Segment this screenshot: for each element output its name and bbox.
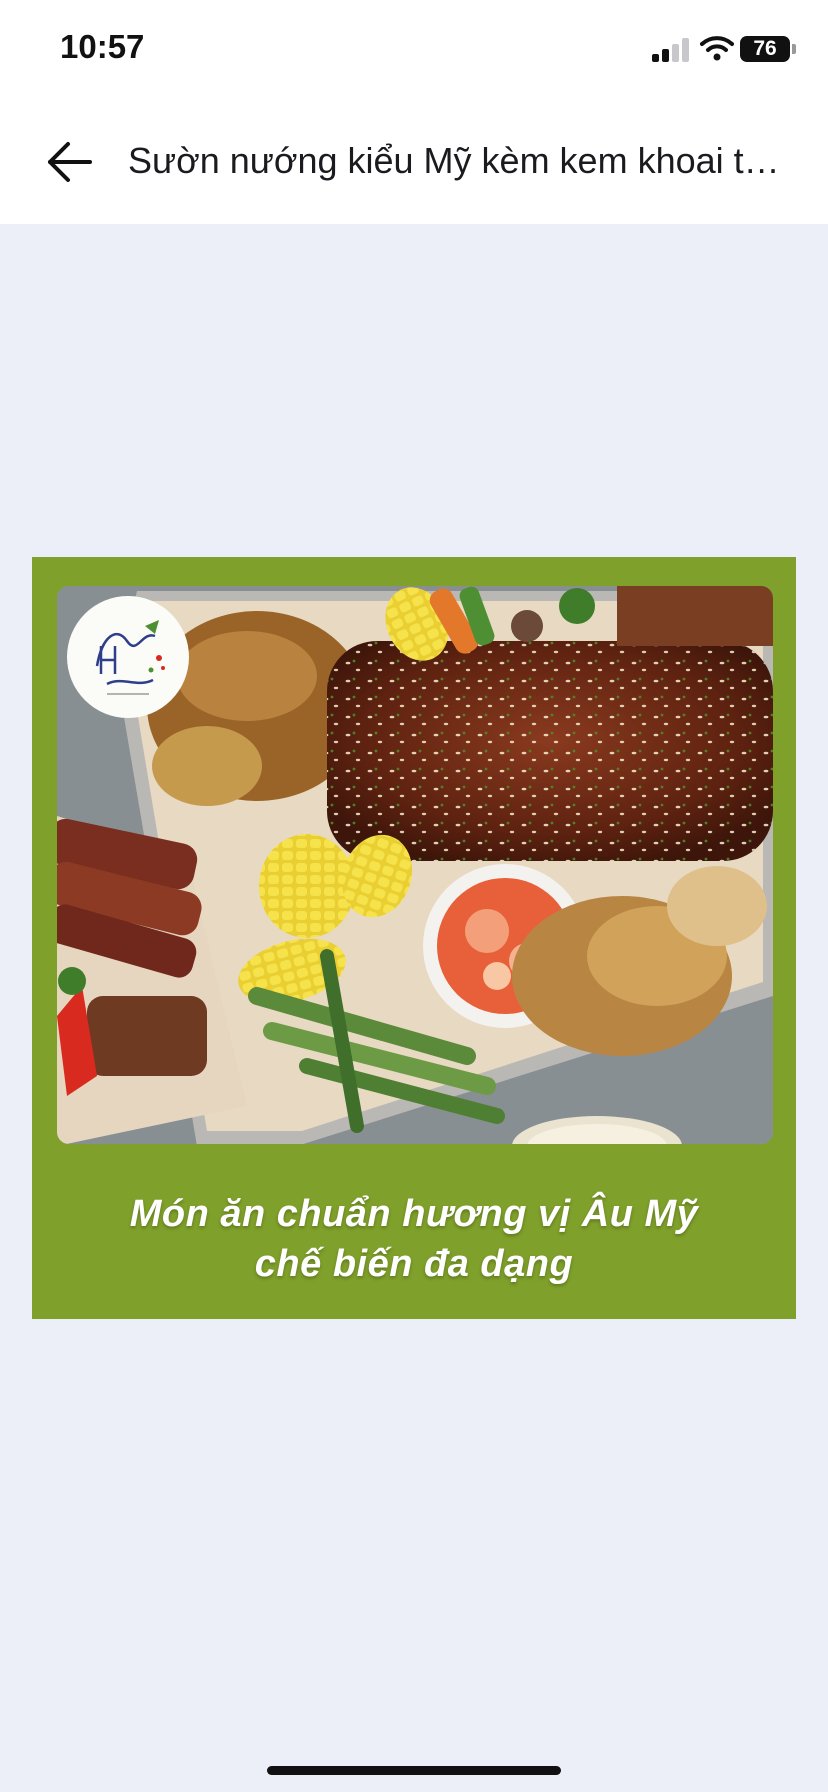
- carrot-logo-icon: [95, 620, 165, 695]
- battery-cap: [792, 44, 796, 54]
- wifi-icon: [700, 36, 734, 61]
- home-indicator[interactable]: [267, 1766, 561, 1775]
- status-time: 10:57: [60, 28, 145, 65]
- caption-line-2: chế biến đa dạng: [254, 1243, 574, 1285]
- banner-caption: Món ăn chuẩn hương vị Âu Mỹ chế biến đa …: [32, 1189, 796, 1289]
- battery-icon: 76: [740, 36, 790, 62]
- caption-line-1: Món ăn chuẩn hương vị Âu Mỹ: [129, 1193, 699, 1235]
- image-viewer[interactable]: Món ăn chuẩn hương vị Âu Mỹ chế biến đa …: [0, 224, 828, 1792]
- back-button[interactable]: [34, 128, 110, 196]
- arrow-left-icon: [48, 142, 92, 182]
- battery-level: 76: [753, 37, 777, 60]
- top-app-bar: Sườn nướng kiểu Mỹ kèm kem khoai tây và …: [0, 100, 828, 224]
- page-title: Sườn nướng kiểu Mỹ kèm kem khoai tây và …: [128, 140, 788, 181]
- cellular-signal-icon: [652, 38, 692, 62]
- brand-logo: [67, 596, 189, 718]
- promo-banner-image: Món ăn chuẩn hương vị Âu Mỹ chế biến đa …: [32, 557, 796, 1319]
- status-bar: 10:57 76: [0, 0, 828, 100]
- food-photo: [57, 586, 773, 1144]
